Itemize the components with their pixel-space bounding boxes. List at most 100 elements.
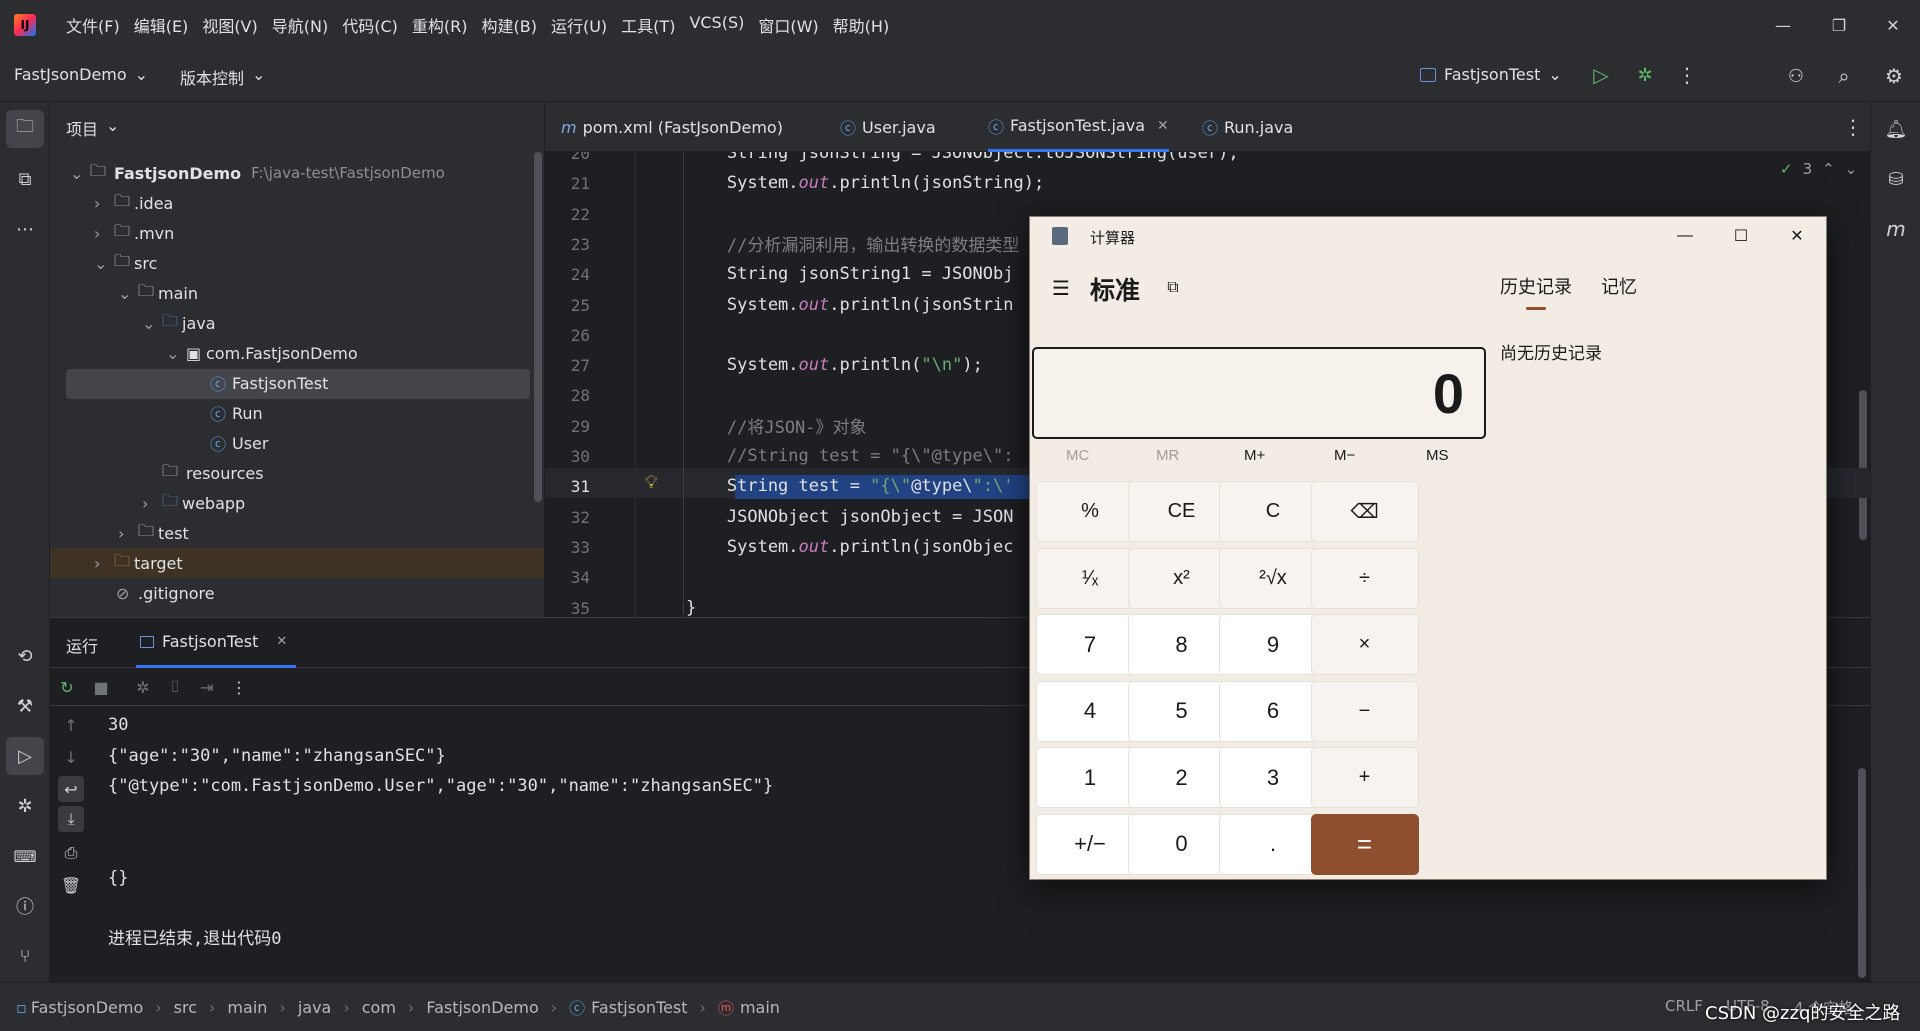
database-icon[interactable]: ⛁ [1877,160,1915,198]
project-scrollbar[interactable] [534,152,542,502]
calc-maximize-icon[interactable]: ☐ [1726,223,1756,249]
structure-icon[interactable]: ⧉ [6,160,44,198]
calc-minimize-icon[interactable]: — [1670,223,1700,249]
tree-item-main[interactable]: ⌄ 🗀 main [118,278,198,308]
run-panel-icon[interactable]: ▷ [6,737,44,775]
breadcrumb-item[interactable]: java [298,998,332,1017]
scroll-down-icon[interactable]: ↓ [58,744,84,770]
exit-icon[interactable]: ⇥ [194,674,220,700]
code-line[interactable]: String jsonString = JSONObject.toJSONStr… [645,152,1239,168]
divide-button[interactable]: ÷ [1310,547,1419,609]
menu-item[interactable]: 文件(F) [66,13,120,37]
tree-item-mvn[interactable]: › 🗀 .mvn [94,218,174,248]
settings-icon[interactable]: ⚙ [1880,62,1908,90]
rerun-icon[interactable]: ↻ [54,674,80,700]
camera-icon[interactable]: ⌷ [162,674,188,700]
menu-item[interactable]: 窗口(W) [758,13,818,37]
add-user-icon[interactable]: ⚇ [1782,62,1810,90]
memory-clear-button[interactable]: MC [1066,447,1089,464]
multiply-button[interactable]: × [1310,614,1419,675]
menu-item[interactable]: 构建(B) [482,13,537,37]
maven-icon[interactable]: m [1877,210,1915,248]
tab-history[interactable]: 历史记录 [1500,273,1572,310]
equals-button[interactable]: = [1310,813,1419,875]
memory-recall-button[interactable]: MR [1156,447,1179,464]
breadcrumb-item[interactable]: main [227,998,267,1017]
tree-item-gitignore[interactable]: ⊘ .gitignore [116,578,215,608]
menu-item[interactable]: 运行(U) [551,13,607,37]
tree-item-fastjsontest[interactable]: ⓒ FastjsonTest [210,368,328,398]
tree-item-user[interactable]: ⓒ User [210,428,268,458]
problems-icon[interactable]: ⓘ [6,887,44,925]
tree-item-resources[interactable]: 🗀 resources [162,458,264,488]
menu-item[interactable]: VCS(S) [689,13,744,37]
notifications-icon[interactable]: 🔔︎ [1877,110,1915,148]
tab-run[interactable]: ⓒ Run.java [1202,102,1293,152]
code-line[interactable]: System. out .println("\n"); [645,350,983,380]
terminal-icon[interactable]: ⌨ [6,837,44,875]
menu-item[interactable]: 帮助(H) [833,13,890,37]
tree-item-test[interactable]: › 🗀 test [118,518,189,548]
memory-add-button[interactable]: M+ [1244,447,1265,464]
tree-item-src[interactable]: ⌄ 🗀 src [94,248,157,278]
code-line[interactable]: //String test = "{\"@type\": [645,441,1014,471]
tab-user[interactable]: ⓒ User.java [840,102,936,152]
close-tab-icon[interactable]: ✕ [276,634,287,649]
memory-store-button[interactable]: MS [1426,447,1449,464]
build-icon[interactable]: ⚒ [6,687,44,725]
menu-item[interactable]: 导航(N) [272,13,328,37]
breadcrumb-item[interactable]: FastjsonDemo [426,998,538,1017]
console-scrollbar[interactable] [1858,768,1866,978]
tree-item-package[interactable]: ⌄ ▣ com.FastjsonDemo [166,338,358,368]
calc-close-icon[interactable]: ✕ [1782,223,1812,249]
stop-icon[interactable]: ■ [88,674,114,700]
tree-item-target[interactable]: › 🗀 target [94,548,183,578]
tab-pom[interactable]: m pom.xml (FastJsonDemo) [561,102,783,152]
menu-item[interactable]: 代码(C) [342,13,398,37]
more-tools-icon[interactable]: ⋯ [6,210,44,248]
tabs-more-icon[interactable]: ⋮ [1840,114,1866,140]
code-line[interactable]: System. out .println(jsonStrin [645,290,1014,320]
breadcrumb-item[interactable]: main [740,998,780,1017]
menu-item[interactable]: 视图(V) [202,13,257,37]
subtract-button[interactable]: − [1310,680,1419,742]
services-icon[interactable]: ⟲ [6,637,44,675]
tree-item-webapp[interactable]: › 🗀 webapp [142,488,245,518]
print-icon[interactable]: ⎙ [58,840,84,866]
line-separator[interactable]: CRLF [1665,997,1703,1015]
tab-fastjsontest[interactable]: ⓒ FastjsonTest.java ✕ [988,102,1169,152]
code-line[interactable]: //将JSON-》对象 [645,411,867,441]
code-line[interactable]: String test = "{\"@type\":\' [645,471,1014,501]
trash-icon[interactable]: 🗑︎ [58,872,84,898]
tree-item-root[interactable]: ⌄ 🗀 FastjsonDemo F:\java-test\FastjsonDemo [70,158,445,188]
close-icon[interactable]: ✕ [1880,12,1906,38]
keep-on-top-icon[interactable]: ⧉ [1160,275,1186,301]
breadcrumb-item[interactable]: FastjsonTest [591,998,687,1017]
run-icon[interactable]: ▷ [1588,62,1614,88]
run-config-selector[interactable]: FastjsonTest ⌄ [1420,65,1562,84]
close-tab-icon[interactable]: ✕ [1157,118,1169,134]
git-icon[interactable]: ⑂ [6,937,44,975]
search-icon[interactable]: ⌕ [1830,62,1858,90]
code-line[interactable]: JSONObject jsonObject = JSON [645,502,1014,532]
breadcrumb-item[interactable]: com [362,998,396,1017]
tree-item-idea[interactable]: › 🗀 .idea [94,188,173,218]
hamburger-menu-icon[interactable]: ☰ [1046,273,1076,303]
tree-item-java[interactable]: ⌄ 🗀 java [142,308,216,338]
tree-item-run[interactable]: ⓒ Run [210,398,263,428]
code-line[interactable]: String jsonString1 = JSONObj [645,259,1014,289]
scroll-up-icon[interactable]: ↑ [58,712,84,738]
backspace-button[interactable]: ⌫ [1310,481,1419,542]
run-config-tab[interactable]: FastjsonTest ✕ [136,618,296,668]
code-line[interactable]: //分析漏洞利用，输出转换的数据类型 [645,229,1019,259]
tab-memory[interactable]: 记忆 [1601,273,1637,299]
project-folder-icon[interactable]: 🗀 [6,110,44,148]
debug-panel-icon[interactable]: ✲ [6,787,44,825]
minimize-icon[interactable]: — [1770,12,1796,38]
memory-subtract-button[interactable]: M− [1334,447,1355,464]
project-selector[interactable]: FastJsonDemo ⌄ [14,65,148,84]
code-line[interactable]: System. out .println(jsonObjec [645,532,1014,562]
menu-item[interactable]: 重构(R) [412,13,468,37]
more-icon[interactable]: ⋮ [1674,62,1700,88]
debug-icon[interactable]: ✲ [130,674,156,700]
